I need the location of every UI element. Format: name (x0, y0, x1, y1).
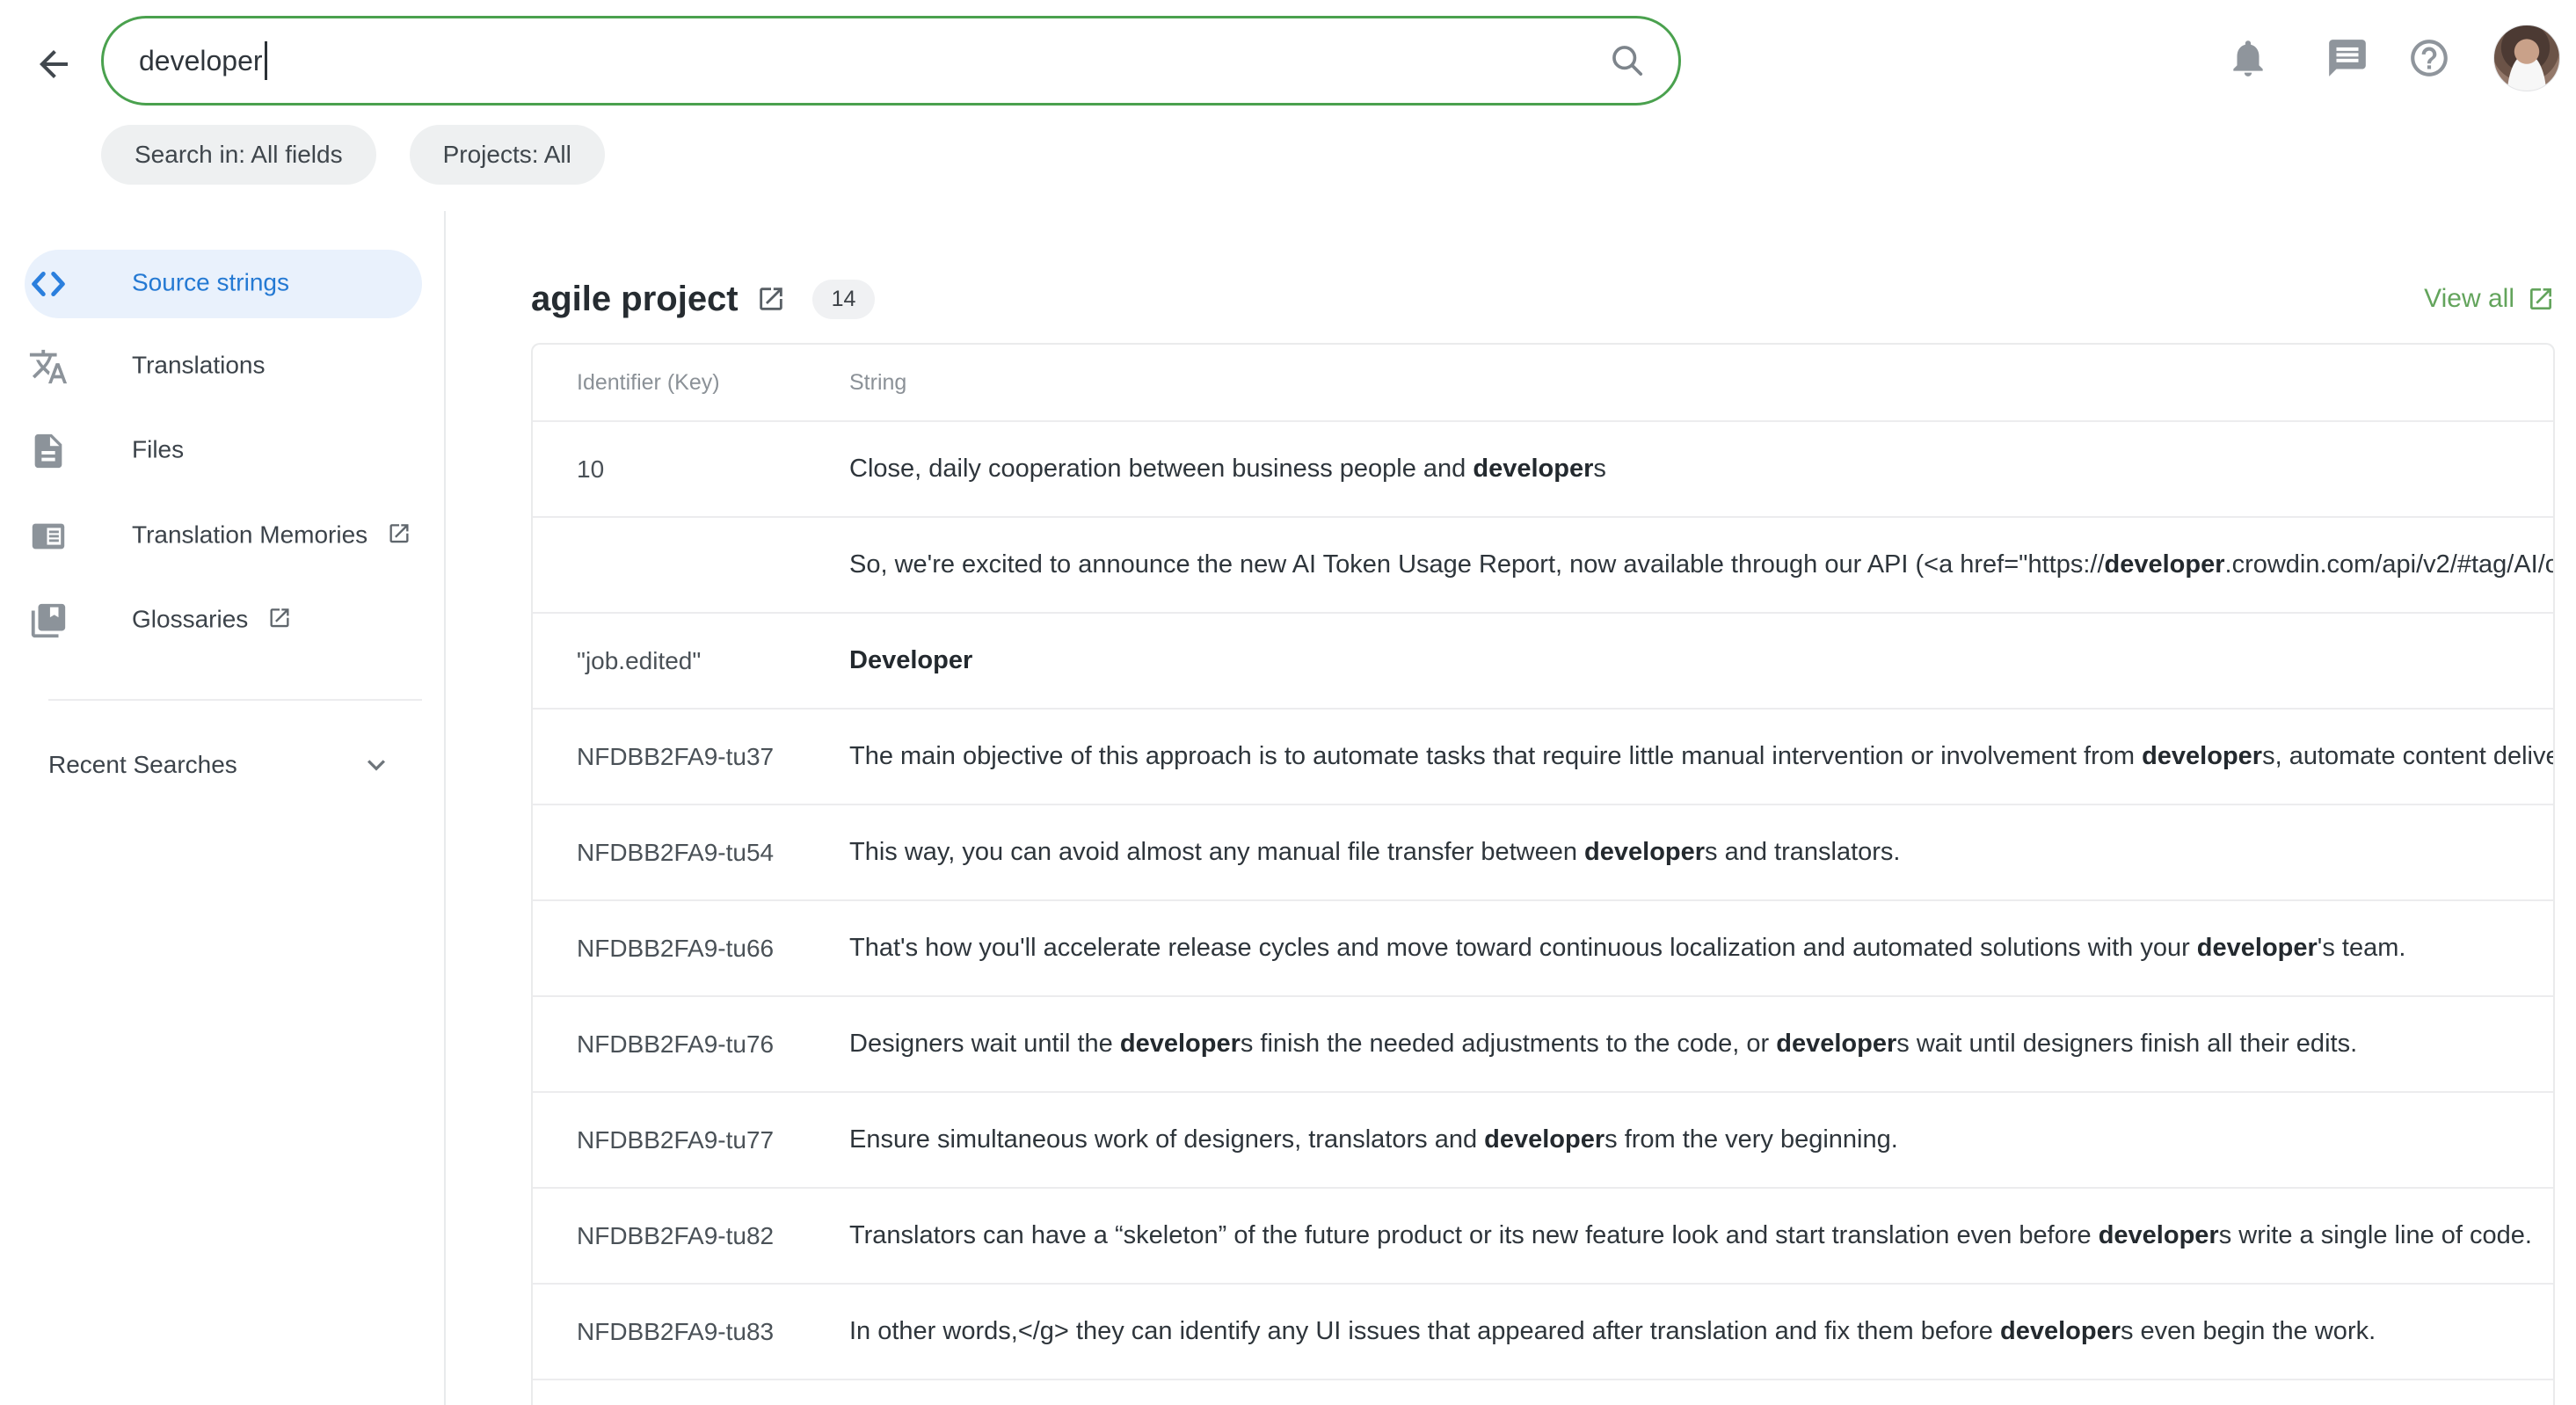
help-button[interactable] (2405, 35, 2453, 83)
topbar: developer Search in: All fields Projects… (0, 0, 2576, 211)
app-window: developer Search in: All fields Projects… (0, 0, 2576, 1405)
table-row[interactable]: NFDBB2FA9-tu76 Designers wait until the … (533, 995, 2553, 1091)
filter-search-in[interactable]: Search in: All fields (101, 125, 376, 185)
row-key: NFDBB2FA9-tu77 (533, 1126, 849, 1154)
results-table-header: Identifier (Key) String (533, 345, 2553, 420)
filter-projects[interactable]: Projects: All (410, 125, 605, 185)
column-header-string: String (849, 370, 2553, 396)
column-header-identifier: Identifier (Key) (533, 370, 849, 396)
external-link-icon (387, 521, 411, 546)
recent-searches-label: Recent Searches (48, 751, 237, 779)
row-string: That's how you'll accelerate release cyc… (849, 934, 2553, 963)
table-row[interactable]: NFDBB2FA9-tu83 The prototyping stage wil… (533, 1379, 2553, 1405)
back-button[interactable] (29, 40, 78, 90)
results-table: Identifier (Key) String 10 Close, daily … (531, 343, 2555, 1405)
bell-icon (2226, 36, 2270, 80)
table-row[interactable]: NFDBB2FA9-tu54 This way, you can avoid a… (533, 804, 2553, 899)
project-heading-row: agile project 14 View all (531, 266, 2555, 332)
back-arrow-icon (33, 43, 75, 85)
translation-memory-icon (28, 516, 69, 557)
row-string: The main objective of this approach is t… (849, 742, 2553, 771)
row-string: Close, daily cooperation between busines… (849, 455, 2553, 484)
table-row[interactable]: NFDBB2FA9-tu66 That's how you'll acceler… (533, 899, 2553, 995)
row-key: NFDBB2FA9-tu37 (533, 743, 849, 771)
chat-icon (2325, 36, 2369, 80)
table-row[interactable]: NFDBB2FA9-tu82 Translators can have a “s… (533, 1187, 2553, 1283)
text-caret (265, 41, 267, 80)
view-all-label: View all (2424, 284, 2514, 314)
chevron-down-icon (359, 747, 394, 783)
sidebar-item-files[interactable]: Files (0, 409, 444, 493)
translate-icon (28, 346, 69, 387)
sidebar-item-label: Files (132, 436, 184, 464)
project-title: agile project (531, 280, 739, 319)
search-icon[interactable] (1608, 41, 1647, 80)
search-results-panel: agile project 14 View all Identifier (Ke… (448, 211, 2576, 1405)
help-icon (2407, 36, 2451, 80)
code-icon (28, 264, 69, 304)
sidebar-divider (48, 699, 422, 701)
glossary-icon (28, 601, 69, 641)
table-row[interactable]: NFDBB2FA9-tu37 The main objective of thi… (533, 708, 2553, 804)
row-key: NFDBB2FA9-tu66 (533, 935, 849, 963)
row-string: So, we're excited to announce the new AI… (849, 550, 2553, 579)
row-key: NFDBB2FA9-tu82 (533, 1222, 849, 1250)
table-row[interactable]: NFDBB2FA9-tu83 In other words,</g> they … (533, 1283, 2553, 1379)
sidebar: Source strings Translations Files Transl… (0, 211, 446, 1405)
sidebar-item-source-strings[interactable]: Source strings (0, 242, 444, 326)
row-key: NFDBB2FA9-tu76 (533, 1030, 849, 1059)
results-table-body: 10 Close, daily cooperation between busi… (533, 420, 2553, 1405)
file-icon (28, 431, 69, 471)
table-row[interactable]: "job.edited" Developer (533, 612, 2553, 708)
result-count-badge: 14 (812, 280, 876, 319)
view-all-link[interactable]: View all (2424, 284, 2555, 314)
row-string: Designers wait until the developers fini… (849, 1030, 2553, 1059)
search-input[interactable]: developer (101, 16, 1681, 106)
row-string: In other words,</g> they can identify an… (849, 1317, 2553, 1346)
row-string: This way, you can avoid almost any manua… (849, 838, 2553, 867)
row-key: 10 (533, 455, 849, 484)
search-input-value: developer (139, 45, 263, 77)
filter-chips: Search in: All fields Projects: All (101, 125, 605, 185)
row-key: "job.edited" (533, 647, 849, 675)
sidebar-item-label: Translations (132, 352, 265, 380)
sidebar-item-glossaries[interactable]: Glossaries (0, 579, 444, 663)
row-key: NFDBB2FA9-tu83 (533, 1318, 849, 1346)
sidebar-item-label: Translation Memories (132, 521, 411, 550)
table-row[interactable]: 10 Close, daily cooperation between busi… (533, 420, 2553, 516)
messages-button[interactable] (2324, 35, 2371, 83)
notifications-button[interactable] (2224, 35, 2272, 83)
avatar[interactable] (2493, 25, 2560, 91)
sidebar-item-label: Glossaries (132, 606, 292, 634)
row-string: Ensure simultaneous work of designers, t… (849, 1125, 2553, 1154)
sidebar-item-translation-memories[interactable]: Translation Memories (0, 494, 444, 579)
external-link-icon (2527, 285, 2555, 313)
sidebar-item-label: Source strings (132, 269, 289, 297)
table-row[interactable]: NFDBB2FA9-tu77 Ensure simultaneous work … (533, 1091, 2553, 1187)
row-string: Developer (849, 646, 2553, 675)
table-row[interactable]: So, we're excited to announce the new AI… (533, 516, 2553, 612)
row-string: Translators can have a “skeleton” of the… (849, 1221, 2553, 1250)
external-link-icon (267, 606, 292, 630)
row-key: NFDBB2FA9-tu54 (533, 839, 849, 867)
recent-searches-toggle[interactable]: Recent Searches (0, 730, 444, 800)
sidebar-item-translations[interactable]: Translations (0, 324, 444, 409)
external-link-icon[interactable] (756, 284, 786, 314)
